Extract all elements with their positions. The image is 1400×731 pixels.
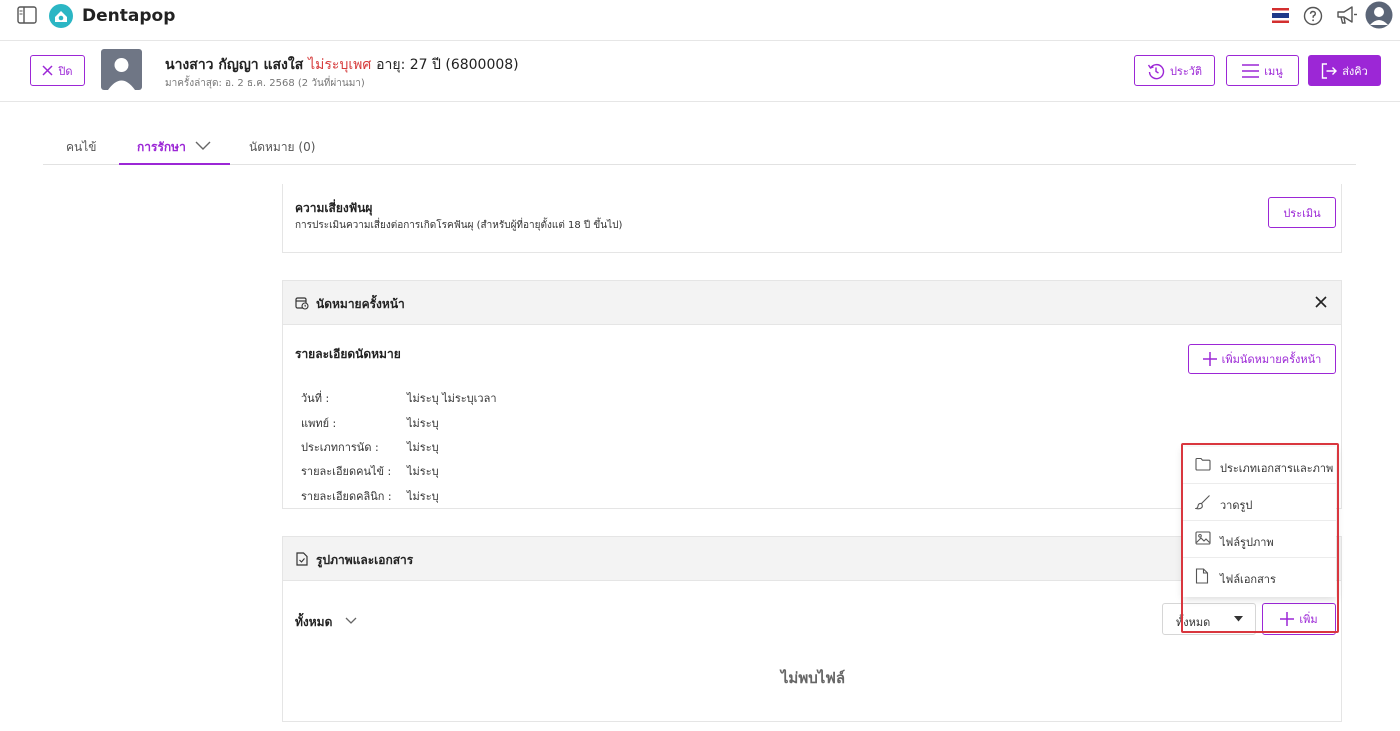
hamburger-icon	[1242, 63, 1260, 78]
chevron-down-icon[interactable]	[345, 617, 357, 625]
close-icon[interactable]	[1315, 296, 1327, 308]
tab-patient[interactable]: คนไข้	[66, 138, 96, 157]
next-appointment-title: นัดหมายครั้งหน้า	[316, 297, 405, 311]
risk-title: ความเสี่ยงฟันผุ	[295, 201, 373, 215]
assess-button[interactable]: ประเมิน	[1268, 197, 1336, 228]
empty-state-text: ไม่พบไฟล์	[780, 669, 846, 687]
images-documents-title: รูปภาพและเอกสาร	[316, 553, 414, 567]
risk-subtitle: การประเมินความเสี่ยงต่อการเกิดโรคฟันผุ (…	[295, 220, 623, 231]
announcement-icon[interactable]	[1336, 5, 1358, 25]
plus-icon	[1202, 352, 1217, 366]
thai-flag-icon[interactable]	[1272, 8, 1289, 23]
patient-header: ปิด นางสาว กัญญา แสงใส ไม่ระบุเพศ อายุ: …	[0, 41, 1400, 102]
history-icon	[1147, 62, 1165, 80]
filter-label[interactable]: ทั้งหมด	[295, 613, 332, 632]
patient-avatar	[101, 49, 142, 90]
appointment-date-value: ไม่ระบุ ไม่ระบุเวลา	[407, 392, 497, 405]
appointment-details-title: รายละเอียดนัดหมาย	[295, 347, 401, 361]
exit-arrow-icon	[1321, 62, 1338, 79]
clinic-detail-label: รายละเอียดคลินิก :	[301, 490, 392, 503]
patient-name: นางสาว กัญญา แสงใส	[165, 57, 304, 73]
patient-detail-label: รายละเอียดคนไข้ :	[301, 465, 392, 478]
patient-detail-value: ไม่ระบุ	[407, 465, 439, 478]
close-button[interactable]: ปิด	[30, 55, 85, 86]
patient-gender: ไม่ระบุเพศ	[308, 57, 372, 73]
app-name: Dentapop	[82, 6, 176, 26]
patient-age-id: อายุ: 27 ปี (6800008)	[376, 57, 519, 73]
document-icon	[296, 552, 308, 566]
tab-appointments[interactable]: นัดหมาย (0)	[249, 138, 315, 157]
tab-divider	[43, 164, 1356, 165]
menu-button[interactable]: เมนู	[1226, 55, 1299, 86]
send-queue-button[interactable]: ส่งคิว	[1308, 55, 1381, 86]
appointment-type-label: ประเภทการนัด :	[301, 441, 379, 454]
highlight-box	[1181, 443, 1339, 633]
add-next-appointment-button[interactable]: เพิ่มนัดหมายครั้งหน้า	[1188, 344, 1336, 374]
sidebar-toggle-icon[interactable]	[17, 6, 37, 24]
history-button[interactable]: ประวัติ	[1134, 55, 1215, 86]
doctor-label: แพทย์ :	[301, 417, 337, 430]
close-icon	[42, 65, 53, 76]
top-bar: Dentapop	[0, 0, 1400, 41]
next-appointment-header: นัดหมายครั้งหน้า	[283, 281, 1341, 325]
chevron-down-icon[interactable]	[195, 141, 211, 151]
tab-treatment[interactable]: การรักษา	[137, 138, 186, 157]
active-tab-indicator	[119, 163, 230, 165]
help-icon[interactable]	[1303, 6, 1323, 26]
user-avatar[interactable]	[1365, 1, 1393, 29]
calendar-clock-icon	[295, 296, 309, 310]
last-visit-text: มาครั้งล่าสุด: อ. 2 ธ.ค. 2568 (2 วันที่ผ…	[165, 78, 365, 89]
appointment-date-label: วันที่ :	[301, 392, 330, 405]
appointment-type-value: ไม่ระบุ	[407, 441, 439, 454]
app-logo-icon	[48, 3, 74, 29]
doctor-value: ไม่ระบุ	[407, 417, 439, 430]
clinic-detail-value: ไม่ระบุ	[407, 490, 439, 503]
patient-name-line: นางสาว กัญญา แสงใส ไม่ระบุเพศ อายุ: 27 ป…	[165, 54, 519, 76]
caries-risk-card: ความเสี่ยงฟันผุ การประเมินความเสี่ยงต่อก…	[282, 184, 1342, 253]
